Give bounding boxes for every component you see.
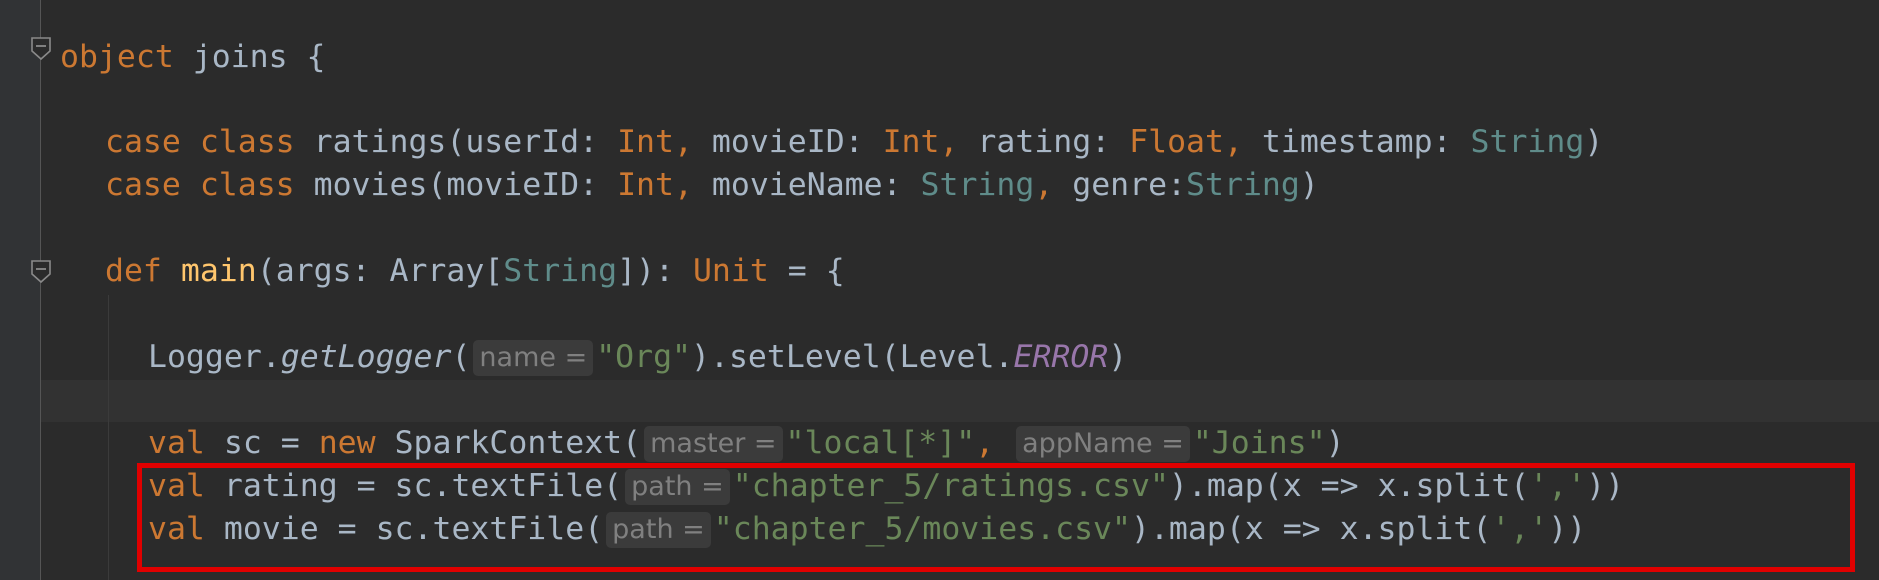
editor-gutter xyxy=(0,0,41,580)
code-editor[interactable]: object joins { case class ratings(userId… xyxy=(0,0,1879,580)
annotation-highlight-box xyxy=(137,463,1855,572)
string-literal: "Org" xyxy=(596,339,692,375)
code-text: joins { xyxy=(173,39,326,75)
code-text: genre: xyxy=(1053,167,1187,203)
type-name: String xyxy=(920,167,1035,203)
code-text: ).setLevel(Level. xyxy=(691,339,1014,375)
code-text: movieID: xyxy=(692,124,883,160)
keyword: new xyxy=(318,425,376,461)
keyword: case xyxy=(105,167,181,203)
code-text: ( xyxy=(451,339,471,375)
comma: , xyxy=(975,425,995,461)
code-text: ]): xyxy=(617,253,693,289)
fold-marker-icon[interactable] xyxy=(29,36,53,62)
code-line-ratings-class[interactable]: case class ratings(userId: Int, movieID:… xyxy=(105,121,1603,164)
type-name: Int xyxy=(617,167,674,203)
type-name: Unit xyxy=(692,253,769,289)
code-text: ) xyxy=(1325,425,1345,461)
string-literal: "Joins" xyxy=(1192,425,1326,461)
keyword: class xyxy=(180,167,295,203)
code-line-main-def[interactable]: def main(args: Array[String]): Unit = { xyxy=(105,250,845,293)
keyword: def xyxy=(105,253,162,289)
code-text: ) xyxy=(1108,339,1128,375)
code-text: = { xyxy=(768,253,845,289)
type-name: String xyxy=(503,253,618,289)
comma: , xyxy=(1034,167,1054,203)
code-line-logger[interactable]: Logger.getLogger(name = "Org").setLevel(L… xyxy=(148,336,1127,379)
type-name: Int xyxy=(617,124,674,160)
static-field: ERROR xyxy=(1013,339,1109,375)
keyword: val xyxy=(148,425,205,461)
code-text: movieName: xyxy=(692,167,921,203)
code-text: ) xyxy=(1584,124,1604,160)
code-line-object[interactable]: object joins { xyxy=(60,36,326,79)
parameter-hint: master = xyxy=(644,426,783,462)
code-text: SparkContext( xyxy=(375,425,642,461)
code-text: rating: xyxy=(958,124,1130,160)
code-text: ) xyxy=(1299,167,1319,203)
code-line-spark-context[interactable]: val sc = new SparkContext(master = "local… xyxy=(148,422,1345,465)
keyword: object xyxy=(60,39,174,75)
comma: , xyxy=(673,124,693,160)
parameter-hint: appName = xyxy=(1016,426,1190,462)
type-name: String xyxy=(1186,167,1300,203)
comma: , xyxy=(1223,124,1243,160)
type-name: Float xyxy=(1129,124,1224,160)
code-line-movies-class[interactable]: case class movies(movieID: Int, movieNam… xyxy=(105,164,1319,207)
code-text: timestamp: xyxy=(1242,124,1471,160)
comma: , xyxy=(673,167,693,203)
current-line-highlight xyxy=(41,380,1879,422)
parameter-hint: name = xyxy=(473,340,594,376)
code-text: movies(movieID: xyxy=(294,167,618,203)
fold-marker-icon[interactable] xyxy=(29,259,53,285)
keyword: case xyxy=(105,124,181,160)
code-text: sc = xyxy=(204,425,319,461)
keyword: class xyxy=(180,124,295,160)
code-text: (args: Array[ xyxy=(256,253,504,289)
code-text: ratings(userId: xyxy=(294,124,618,160)
comma: , xyxy=(939,124,959,160)
indent-guide xyxy=(108,295,109,580)
type-name: Int xyxy=(882,124,940,160)
type-name: String xyxy=(1470,124,1585,160)
method-name: getLogger xyxy=(280,339,452,375)
function-name: main xyxy=(161,253,257,289)
code-text: Logger. xyxy=(148,339,281,375)
string-literal: "local[*]" xyxy=(785,425,976,461)
